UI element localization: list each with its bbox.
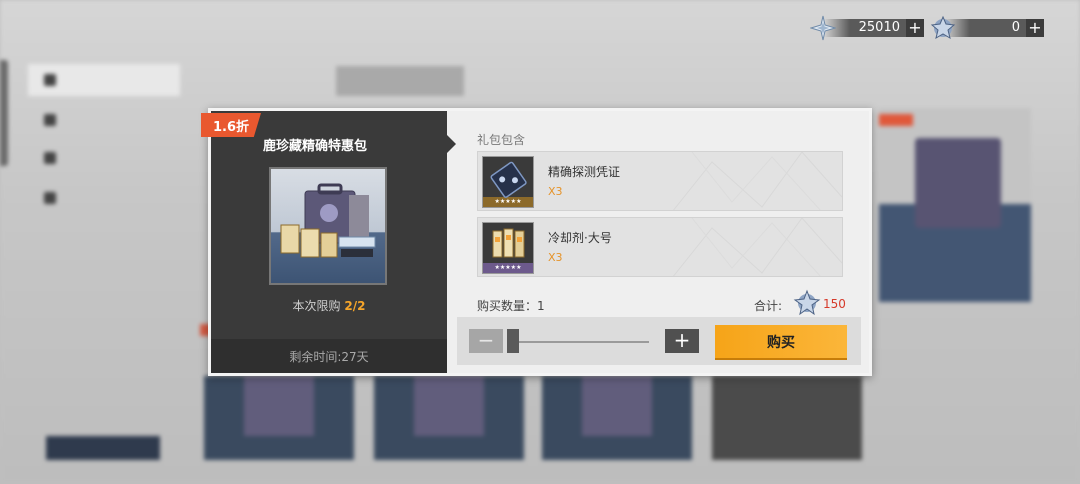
purchase-quantity-label: 购买数量： [477,299,538,313]
background-bottom-button [46,436,160,460]
quantity-slider[interactable] [515,341,649,343]
discount-badge: 1.6折 [201,113,261,137]
pack-item-row[interactable]: ★★★★★ 冷却剂·大号 X3 [477,217,843,277]
star-crystal-icon [810,15,836,41]
purchase-dialog: 鹿珍藏精确特惠包 本次限购 2/2 剩余时间:27天 1.6折 礼包包含 ★★★… [201,108,872,376]
pack-item-name: 精确探测凭证 [548,165,621,179]
purchase-quantity: 购买数量：1 [477,297,545,314]
pack-summary-panel: 鹿珍藏精确特惠包 本次限购 2/2 剩余时间:27天 [211,111,456,373]
background-sidebar-item [28,182,180,214]
pack-title: 鹿珍藏精确特惠包 [263,139,368,154]
snowflake-crystal-icon [930,15,956,40]
coolant-large-icon: ★★★★★ [482,222,534,274]
purchase-limit-value: 2/2 [344,299,366,313]
briefcase-icon [280,183,376,258]
background-shop-card [712,376,862,460]
purchase-quantity-value: 1 [537,299,545,313]
pack-item-name: 冷却剂·大号 [548,231,612,245]
tickets-amount: 0 [1011,20,1020,35]
purchase-limit: 本次限购 2/2 [211,297,447,314]
pack-item-quantity: X3 [548,251,563,264]
decorative-pattern-icon [672,218,842,276]
background-shop-card [204,376,354,460]
background-shop-card [542,376,692,460]
purchase-limit-label: 本次限购 [292,299,341,313]
background-tab [616,66,744,96]
currency-tickets: 0 + [930,15,1044,40]
total-label: 合计: [754,299,783,313]
currency-gems: 25010 + [810,15,924,41]
pack-item-row[interactable]: ★★★★★ 精确探测凭证 X3 [477,151,843,211]
probe-voucher-icon: ★★★★★ [482,156,534,208]
pack-image [269,167,387,285]
buy-button[interactable]: 购买 [715,325,847,358]
pack-item-quantity: X3 [548,185,563,198]
background-sidebar-item [28,64,180,96]
background-sidebar-item [28,142,180,174]
increase-quantity-button[interactable]: + [665,329,699,353]
background-sidebar-item [28,104,180,136]
decrease-quantity-button[interactable]: − [469,329,503,353]
background-shop-card [879,108,1031,302]
background-edge-tab [0,60,8,166]
gems-amount: 25010 [858,20,900,35]
background-shop-card [374,376,524,460]
background-tab [476,66,604,96]
total-price: 150 [823,297,846,311]
remaining-time: 剩余时间:27天 [211,339,447,373]
decorative-pattern-icon [672,152,842,210]
snowflake-crystal-icon [793,289,821,316]
background-tab [196,66,324,96]
add-gems-button[interactable]: + [906,19,924,37]
quantity-slider-handle[interactable] [507,329,519,353]
add-tickets-button[interactable]: + [1026,19,1044,37]
pack-contents-label: 礼包包含 [477,133,526,147]
quantity-controls: − + 购买 [457,317,861,365]
background-tab [336,66,464,96]
